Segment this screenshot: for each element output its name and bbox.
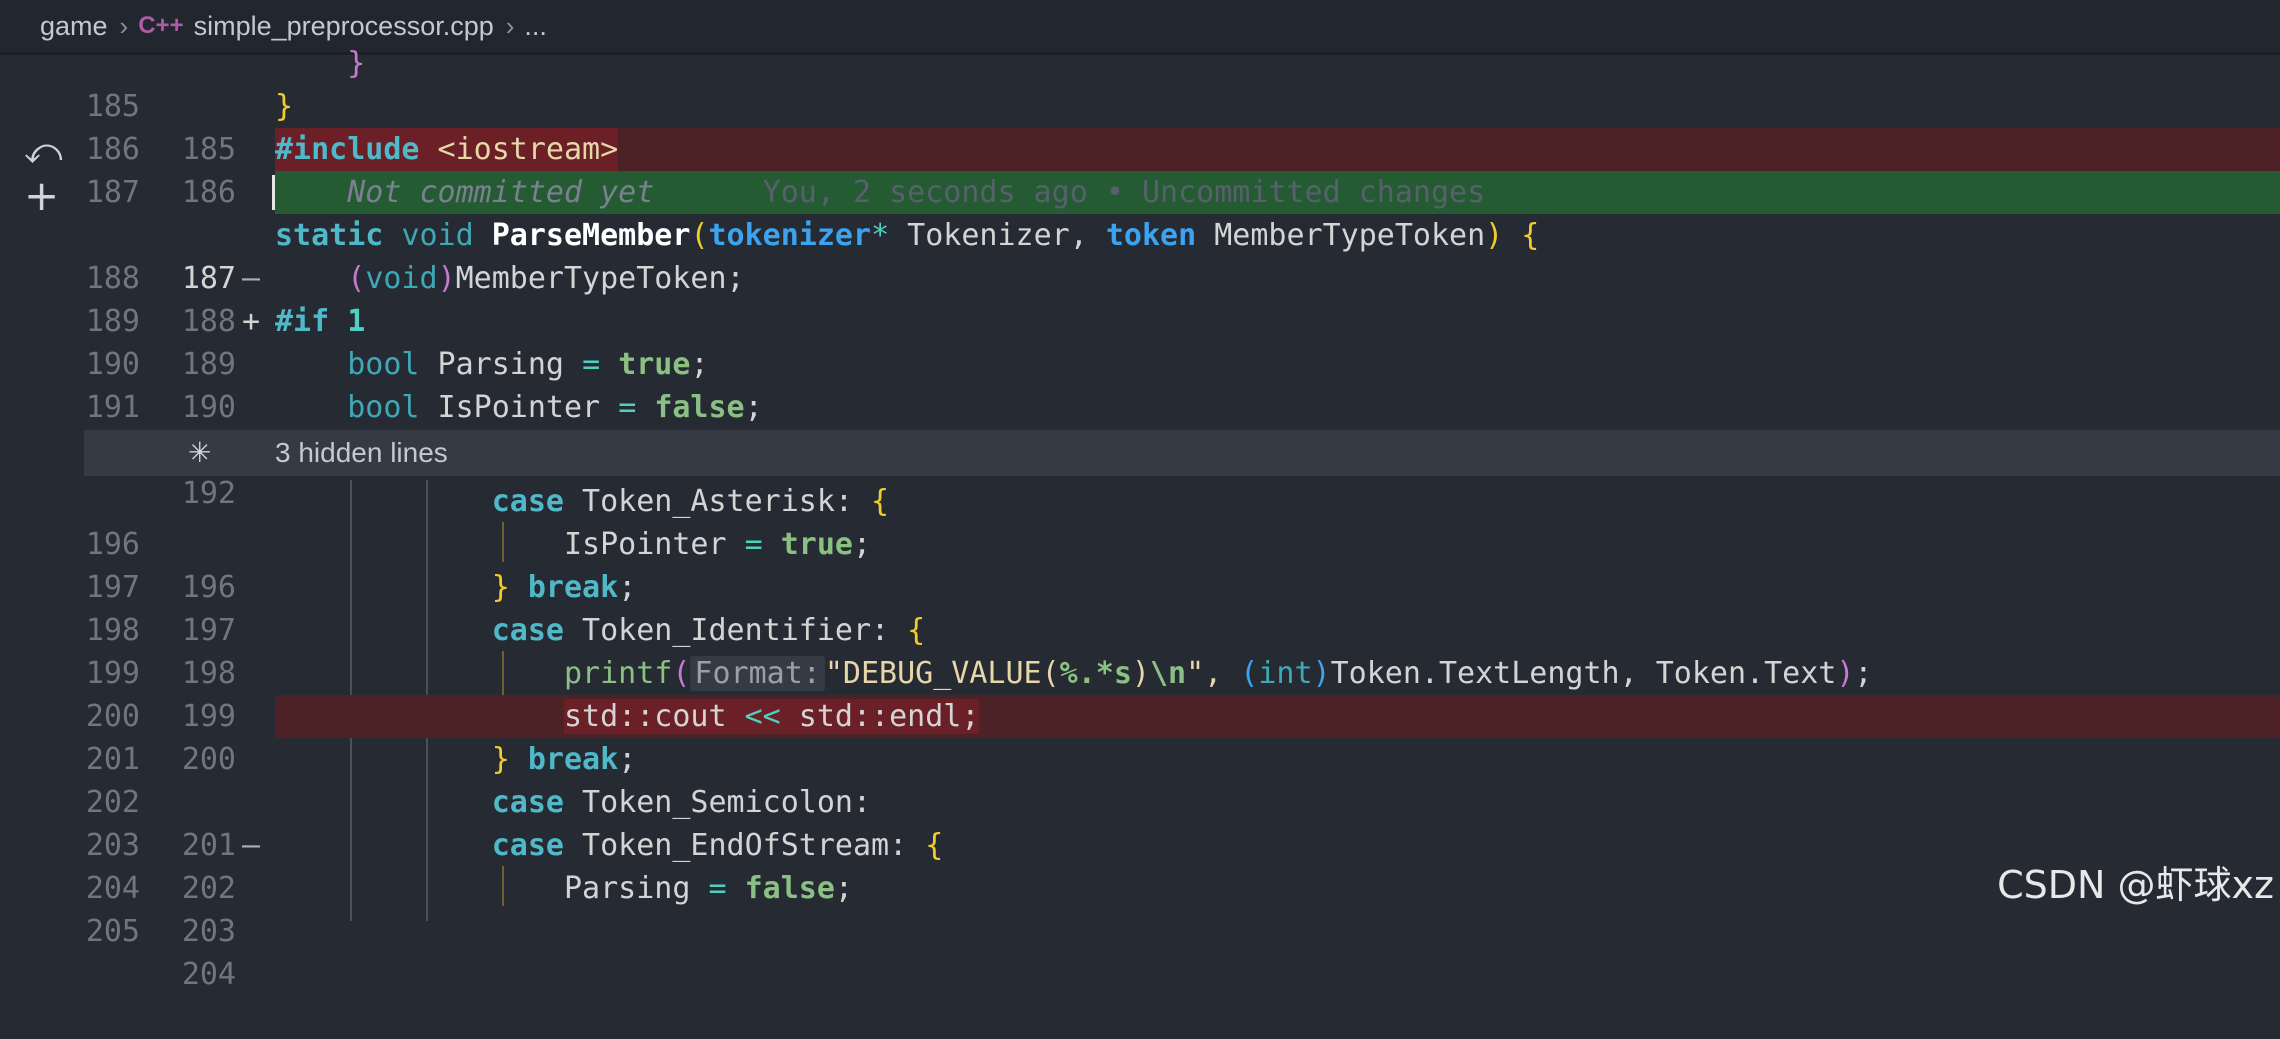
chevron-right-icon: ›	[505, 10, 515, 41]
line-number-modified: 204	[181, 957, 236, 992]
line-number-modified: 203	[181, 914, 236, 949]
parameter-hint: Format:	[690, 656, 825, 691]
code-line-deleted[interactable]: 201 — std::cout << std::endl;	[84, 695, 2280, 863]
code-line[interactable]: 196 196 case Token_Asterisk: {	[84, 480, 2280, 605]
code-line[interactable]: 191 191 bool Parsing = true;	[84, 343, 2280, 468]
code-line[interactable]: 186 186 }	[84, 85, 2280, 210]
add-icon[interactable]: +	[24, 171, 59, 220]
code-line[interactable]: 192 192 bool IsPointer = false;	[84, 386, 2280, 511]
blame-not-committed: Not committed yet	[347, 175, 655, 210]
code-line[interactable]: 188 188 static void ParseMember(tokenize…	[84, 214, 2280, 339]
code-line[interactable]: 189 189 (void)MemberTypeToken;	[84, 257, 2280, 382]
chevron-right-icon: ›	[119, 10, 129, 41]
code-line[interactable]: 190 190 #if 1	[84, 300, 2280, 425]
code-text: printf(Format: "DEBUG_VALUE(%.*s)\n", (in…	[563, 656, 1873, 691]
code-text: IsPointer = true;	[563, 527, 872, 562]
code-line[interactable]: 203 202 case Token_Semicolon:	[84, 781, 2280, 906]
code-text: }	[347, 46, 366, 81]
code-text: } break;	[491, 570, 637, 605]
code-line[interactable]: 202 201 } break;	[84, 738, 2280, 863]
code-text: #if 1	[275, 304, 366, 339]
code-line[interactable]: 204 203 case Token_EndOfStream: {	[84, 824, 2280, 949]
code-text: bool Parsing = true;	[347, 347, 709, 382]
revert-icon[interactable]: ⤺	[24, 131, 62, 173]
breadcrumb-more[interactable]: ...	[524, 11, 547, 42]
code-text: Parsing = false;	[563, 871, 853, 906]
unfold-icon[interactable]: ✳	[188, 430, 211, 476]
code-line[interactable]: 199 199 case Token_Identifier: {	[84, 609, 2280, 734]
watermark: CSDN @虾球xz	[1997, 863, 2274, 907]
code-text: }	[275, 89, 294, 124]
code-text: std::cout << std::endl;	[563, 699, 980, 734]
diff-action-gutter: ⤺ +	[0, 55, 84, 921]
code-line[interactable]: 197 197 IsPointer = true;	[84, 523, 2280, 648]
line-number-original: 205	[85, 914, 140, 949]
code-text: case Token_EndOfStream: {	[491, 828, 944, 863]
code-line-added[interactable]: 187 + Not committed yet You, 2 seconds a…	[84, 171, 2280, 339]
code-line[interactable]: 205 204 Parsing = false;	[84, 867, 2280, 992]
code-text: #include <iostream>	[275, 128, 619, 171]
code-text: case Token_Asterisk: {	[491, 484, 890, 519]
blame-info: You, 2 seconds ago • Uncommitted changes	[762, 175, 1486, 210]
code-text: static void ParseMember(tokenizer* Token…	[275, 218, 1540, 253]
cpp-file-icon: C++	[138, 12, 184, 39]
code-line[interactable]: 198 198 } break;	[84, 566, 2280, 691]
hidden-lines-fold[interactable]: ✳ 3 hidden lines	[84, 430, 2280, 476]
code-line[interactable]: 185 185 }	[84, 42, 2280, 167]
breadcrumb-file[interactable]: simple_preprocessor.cpp	[194, 11, 494, 42]
code-line[interactable]: 200 200 printf(Format:"DEBUG_VALUE(%.*s)…	[84, 652, 2280, 777]
code-line-deleted[interactable]: 187 — #include <iostream>	[84, 128, 2280, 296]
breadcrumb-folder[interactable]: game	[40, 11, 108, 42]
code-text: case Token_Semicolon:	[491, 785, 872, 820]
code-text: case Token_Identifier: {	[491, 613, 926, 648]
code-text: bool IsPointer = false;	[347, 390, 763, 425]
code-text: } break;	[491, 742, 637, 777]
code-text: (void)MemberTypeToken;	[347, 261, 745, 296]
code-text: Not committed yet You, 2 seconds ago • U…	[275, 171, 1485, 214]
hidden-lines-label[interactable]: 3 hidden lines	[275, 430, 448, 476]
